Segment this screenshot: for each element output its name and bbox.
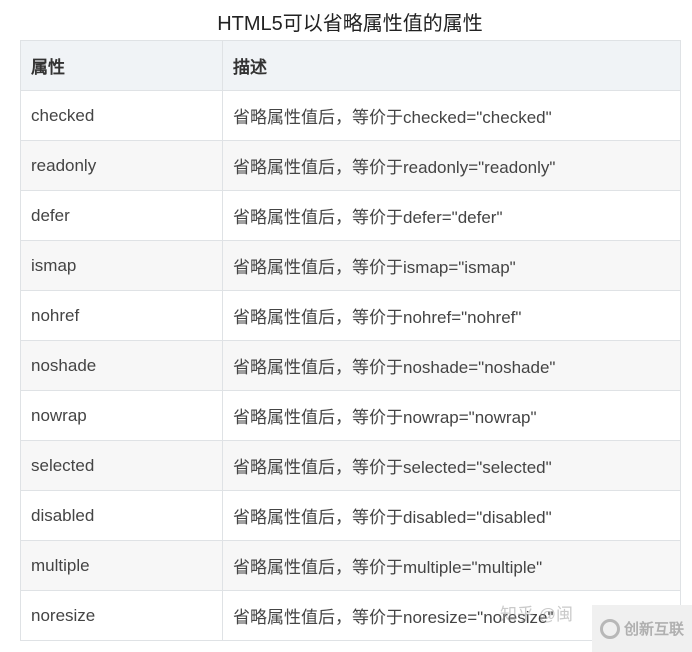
attribute-cell: checked <box>20 90 223 141</box>
description-cell: 省略属性值后，等价于selected="selected" <box>222 440 681 491</box>
attribute-cell: defer <box>20 190 223 241</box>
header-description: 描述 <box>222 40 681 91</box>
table-title: HTML5可以省略属性值的属性 <box>217 13 483 35</box>
description-cell: 省略属性值后，等价于nohref="nohref" <box>222 290 681 341</box>
attribute-cell: selected <box>20 440 223 491</box>
description-cell: 省略属性值后，等价于ismap="ismap" <box>222 240 681 291</box>
attribute-cell: noshade <box>20 340 223 391</box>
description-cell: 省略属性值后，等价于disabled="disabled" <box>222 490 681 541</box>
attribute-cell: nohref <box>20 290 223 341</box>
attribute-cell: readonly <box>20 140 223 191</box>
table-body: checked 省略属性值后，等价于checked="checked" readon… <box>20 90 681 641</box>
table-row: noshade 省略属性值后，等价于noshade="noshade" <box>20 340 681 391</box>
table-header-row: 属性 描述 <box>20 40 681 91</box>
table-row: nowrap 省略属性值后，等价于nowrap="nowrap" <box>20 390 681 441</box>
description-cell: 省略属性值后，等价于noshade="noshade" <box>222 340 681 391</box>
table-row: multiple 省略属性值后，等价于multiple="multiple" <box>20 540 681 591</box>
attributes-table: 属性 描述 checked 省略属性值后，等价于checked="checked"… <box>20 40 681 641</box>
table-row: defer 省略属性值后，等价于defer="defer" <box>20 190 681 241</box>
header-attribute: 属性 <box>20 40 223 91</box>
attribute-cell: noresize <box>20 590 223 641</box>
table-row: disabled 省略属性值后，等价于disabled="disabled" <box>20 490 681 541</box>
attribute-cell: ismap <box>20 240 223 291</box>
table-row: ismap 省略属性值后，等价于ismap="ismap" <box>20 240 681 291</box>
table-row: nohref 省略属性值后，等价于nohref="nohref" <box>20 290 681 341</box>
table-row: noresize 省略属性值后，等价于noresize="noresize" <box>20 590 681 641</box>
description-cell: 省略属性值后，等价于readonly="readonly" <box>222 140 681 191</box>
description-cell: 省略属性值后，等价于checked="checked" <box>222 90 681 141</box>
table-row: checked 省略属性值后，等价于checked="checked" <box>20 90 681 141</box>
table-row: selected 省略属性值后，等价于selected="selected" <box>20 440 681 491</box>
description-cell: 省略属性值后，等价于defer="defer" <box>222 190 681 241</box>
description-cell: 省略属性值后，等价于nowrap="nowrap" <box>222 390 681 441</box>
attribute-cell: nowrap <box>20 390 223 441</box>
table-row: readonly 省略属性值后，等价于readonly="readonly" <box>20 140 681 191</box>
chuangxin-logo-icon <box>599 618 620 639</box>
attribute-cell: disabled <box>20 490 223 541</box>
attribute-cell: multiple <box>20 540 223 591</box>
zhihu-watermark: 知乎 @闽 <box>500 605 573 624</box>
logo-text: 创新互联 <box>623 621 684 638</box>
chuangxin-logo: 创新互联 <box>592 605 692 652</box>
description-cell: 省略属性值后，等价于multiple="multiple" <box>222 540 681 591</box>
